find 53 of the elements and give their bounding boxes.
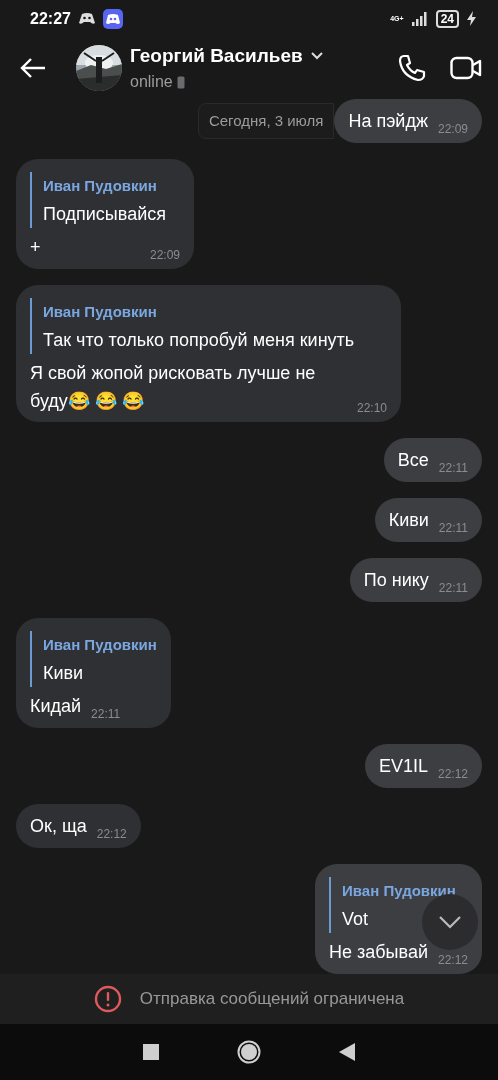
message-time: 22:12 [437,765,468,783]
message-text: + [30,236,41,257]
square-icon [143,1044,159,1061]
presence-status: online [130,72,173,93]
back-arrow-icon [20,57,46,80]
message-text: Я свой жопой рисковать лучше не буду😂 😂 😂 [30,362,316,411]
restriction-notice: Отправка сообщений ограничена [139,988,405,1011]
phone-device-icon [176,75,185,89]
message-time: 22:09 [150,246,181,264]
message-text: По нику [363,570,429,591]
message-time: 22:11 [91,706,121,723]
quoted-text: Подписывайся [43,202,166,226]
back-button[interactable] [20,57,46,80]
gamepad-icon [78,12,95,25]
call-button[interactable] [398,54,426,83]
message-text: Не забывай [329,941,428,962]
circle-icon [237,1040,261,1065]
back-nav-button[interactable] [339,1043,355,1062]
app-notification-icon [102,8,123,29]
message-text: На пэйдж [348,110,428,131]
message-text: Все [397,450,429,471]
message-time: 22:12 [96,825,127,843]
message-time: 22:11 [438,460,468,478]
video-call-button[interactable] [450,56,482,81]
quoted-author: Иван Пудовкин [43,175,157,196]
quoted-text: Киви [43,662,84,686]
quoted-text: Так что только попробуй меня кинуть [43,328,355,352]
quoted-author: Иван Пудовкин [43,301,157,322]
message-text: EV1IL [378,756,428,776]
message-time: 22:11 [438,520,468,538]
status-time: 22:27 [30,8,71,29]
video-camera-icon [450,56,482,81]
message-time: 22:10 [356,400,387,418]
chevron-down-icon [310,52,323,61]
home-button[interactable] [237,1040,261,1065]
message-time: 22:09 [437,120,468,138]
contact-name[interactable]: Георгий Васильев [130,41,303,71]
recents-button[interactable] [143,1044,159,1061]
quoted-text: Vot [342,907,369,931]
message-time: 22:11 [438,580,468,598]
quoted-author: Иван Пудовкин [342,880,456,901]
warning-icon [93,984,122,1013]
quoted-author: Иван Пудовкин [43,635,157,656]
triangle-icon [339,1043,355,1062]
chevron-down-icon [438,914,462,929]
date-label: Сегодня, 3 июля [197,102,335,140]
message-time: 22:12 [437,951,468,969]
battery-level: 24 [435,9,459,28]
message-text: Киви [388,510,429,531]
message-text: Ок, ща [30,815,87,836]
signal-icon [411,11,428,26]
phone-icon [398,54,426,83]
message-text: Кидай [30,696,82,717]
